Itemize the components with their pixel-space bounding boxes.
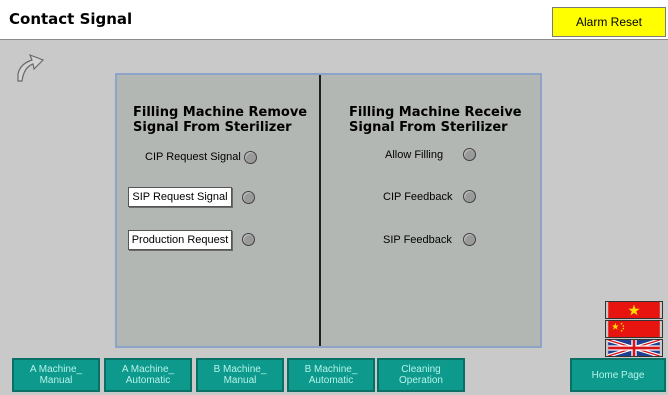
nav-label-line1: Cleaning bbox=[401, 364, 441, 375]
cip-feedback-label: CIP Feedback bbox=[383, 191, 453, 203]
nav-a-machine-automatic-button[interactable]: A Machine_ Automatic bbox=[104, 358, 192, 392]
nav-label-line1: B Machine_ bbox=[213, 364, 267, 375]
nav-label-line1: A Machine_ bbox=[121, 364, 175, 375]
nav-b-machine-automatic-button[interactable]: B Machine_ Automatic bbox=[287, 358, 375, 392]
header-bar: Contact Signal Alarm Reset bbox=[0, 0, 668, 40]
uk-flag-icon[interactable] bbox=[605, 339, 663, 357]
nav-label-line2: Manual bbox=[39, 375, 73, 386]
cip-feedback-lamp bbox=[463, 190, 476, 203]
sip-feedback-lamp bbox=[463, 233, 476, 246]
nav-cleaning-operation-button[interactable]: Cleaning Operation bbox=[377, 358, 465, 392]
left-title-line2: Signal From Sterilizer bbox=[133, 120, 292, 135]
nav-label-line2: Operation bbox=[399, 375, 443, 386]
right-title-line1: Filling Machine Receive bbox=[349, 105, 522, 120]
back-arrow-icon[interactable] bbox=[14, 52, 46, 84]
cip-request-label: CIP Request Signal bbox=[145, 151, 241, 163]
page-title: Contact Signal bbox=[9, 10, 133, 28]
left-section-title: Filling Machine Remove Signal From Steri… bbox=[133, 105, 307, 135]
alarm-reset-button[interactable]: Alarm Reset bbox=[552, 7, 666, 37]
panel-divider bbox=[319, 75, 321, 346]
production-request-button[interactable]: Production Request bbox=[128, 230, 232, 250]
nav-label-line1: A Machine_ bbox=[29, 364, 83, 375]
nav-label-line2: Automatic bbox=[125, 375, 171, 386]
nav-b-machine-manual-button[interactable]: B Machine_ Manual bbox=[196, 358, 284, 392]
sip-request-lamp bbox=[242, 191, 255, 204]
sip-request-button[interactable]: SIP Request Signal bbox=[128, 187, 232, 207]
right-title-line2: Signal From Sterilizer bbox=[349, 120, 508, 135]
nav-label-line2: Manual bbox=[223, 375, 257, 386]
allow-filling-lamp bbox=[463, 148, 476, 161]
left-title-line1: Filling Machine Remove bbox=[133, 105, 308, 120]
nav-a-machine-manual-button[interactable]: A Machine_ Manual bbox=[12, 358, 100, 392]
china-flag-icon[interactable] bbox=[605, 320, 663, 338]
signal-panel: Filling Machine Remove Signal From Steri… bbox=[115, 73, 542, 348]
sip-feedback-label: SIP Feedback bbox=[383, 234, 452, 246]
vietnam-flag-icon[interactable] bbox=[605, 301, 663, 319]
cip-request-lamp bbox=[244, 151, 257, 164]
nav-label-line1: B Machine_ bbox=[304, 364, 358, 375]
right-section-title: Filling Machine Receive Signal From Ster… bbox=[349, 105, 522, 135]
nav-label-line2: Automatic bbox=[308, 375, 354, 386]
allow-filling-label: Allow Filling bbox=[385, 149, 444, 161]
home-page-button[interactable]: Home Page bbox=[570, 358, 666, 392]
production-request-lamp bbox=[242, 233, 255, 246]
